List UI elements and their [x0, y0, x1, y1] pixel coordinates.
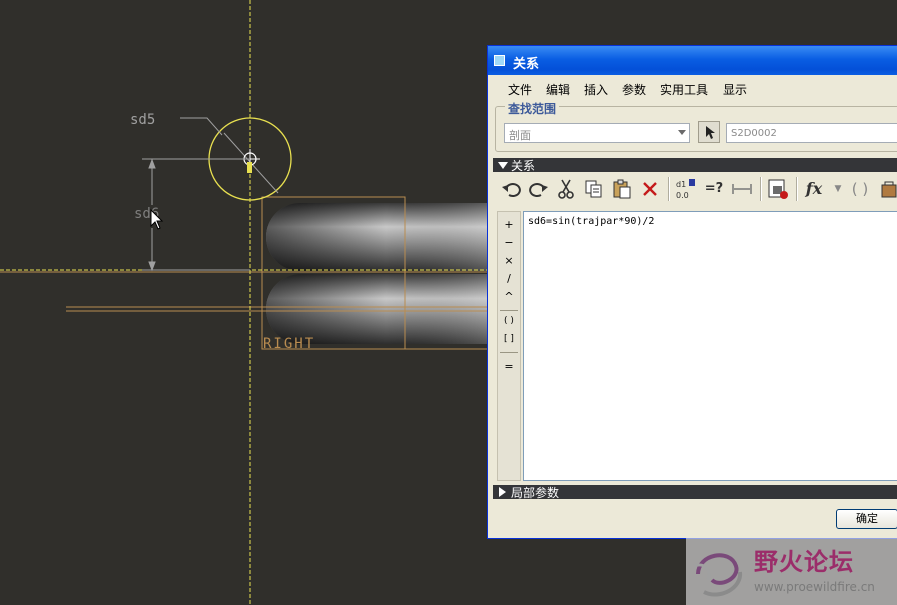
menu-display[interactable]: 显示	[723, 81, 747, 98]
sort-icon[interactable]: d10.0	[674, 177, 698, 201]
relations-toolbar: d1 0.0 =? fx ▼ ( )	[498, 174, 897, 204]
dialog-title: 关系	[513, 57, 540, 72]
operator-palette: + − × / ^ ( ) [ ] =	[497, 211, 521, 481]
palette-separator	[500, 310, 518, 311]
paste-icon[interactable]	[610, 177, 634, 201]
ok-button[interactable]: 确定	[836, 509, 897, 529]
function-button[interactable]: fx	[802, 177, 826, 201]
menu-edit[interactable]: 编辑	[546, 81, 570, 98]
app-icon	[494, 55, 505, 66]
watermark-logo-icon	[693, 553, 743, 597]
scope-select-value: 剖面	[509, 129, 531, 142]
watermark: 野火论坛 www.proewildfire.cn	[686, 538, 897, 605]
unit-icon[interactable]	[876, 177, 897, 201]
menu-insert[interactable]: 插入	[584, 81, 608, 98]
local-params-section-label: 局部参数	[511, 486, 560, 500]
toolbar-separator	[668, 177, 670, 201]
relation-line: sd6=sin(trajpar*90)/2	[528, 216, 655, 227]
parenthesis-button[interactable]: ( )	[848, 177, 872, 201]
operator-brackets[interactable]: [ ]	[498, 334, 520, 344]
svg-text:0.0: 0.0	[676, 191, 689, 200]
operator-plus[interactable]: +	[498, 218, 520, 231]
target-field-value: S2D0002	[731, 128, 777, 139]
search-scope-legend: 查找范围	[505, 100, 560, 117]
menu-parameters[interactable]: 参数	[622, 81, 646, 98]
palette-separator	[500, 352, 518, 353]
undo-icon[interactable]	[500, 177, 524, 201]
dimension-sd5[interactable]: sd5	[130, 112, 155, 128]
operator-power[interactable]: ^	[498, 290, 520, 303]
watermark-url: www.proewildfire.cn	[754, 580, 875, 594]
relations-section-label: 关系	[511, 159, 536, 173]
redo-icon[interactable]	[526, 177, 550, 201]
relations-section-header[interactable]: 关系	[493, 158, 897, 173]
dialog-titlebar[interactable]: 关系	[488, 46, 897, 75]
expand-icon	[498, 162, 508, 169]
scope-select[interactable]: 剖面	[504, 123, 690, 143]
measure-icon[interactable]	[730, 177, 754, 201]
insert-param-icon[interactable]	[766, 177, 790, 201]
menu-bar: 文件 编辑 插入 参数 实用工具 显示	[488, 76, 897, 98]
operator-parentheses[interactable]: ( )	[498, 316, 520, 326]
local-params-section-header[interactable]: 局部参数	[493, 485, 897, 500]
toolbar-separator	[760, 177, 762, 201]
target-field[interactable]: S2D0002	[726, 123, 897, 143]
chevron-down-icon[interactable]: ▼	[826, 177, 850, 201]
menu-file[interactable]: 文件	[508, 81, 532, 98]
pick-button[interactable]	[698, 121, 720, 143]
operator-divide[interactable]: /	[498, 272, 520, 285]
dimension-lines	[142, 117, 250, 272]
evaluate-button[interactable]: =?	[702, 177, 726, 201]
operator-equals[interactable]: =	[498, 360, 520, 373]
operator-multiply[interactable]: ×	[498, 254, 520, 267]
relations-editor[interactable]: sd6=sin(trajpar*90)/2	[523, 211, 897, 481]
toolbar-separator	[796, 177, 798, 201]
copy-icon[interactable]	[582, 177, 606, 201]
collapse-icon	[499, 487, 506, 497]
delete-icon[interactable]	[638, 177, 662, 201]
cut-icon[interactable]	[554, 177, 578, 201]
operator-minus[interactable]: −	[498, 236, 520, 249]
relations-dialog: 关系 文件 编辑 插入 参数 实用工具 显示 查找范围 剖面 S2D0002 关…	[487, 45, 897, 539]
svg-text:d1: d1	[676, 180, 686, 189]
datum-label-right: RIGHT	[263, 336, 315, 352]
arrow-cursor-icon	[706, 126, 715, 139]
chevron-down-icon	[678, 130, 686, 135]
watermark-name: 野火论坛	[754, 548, 854, 576]
menu-utilities[interactable]: 实用工具	[660, 81, 708, 98]
